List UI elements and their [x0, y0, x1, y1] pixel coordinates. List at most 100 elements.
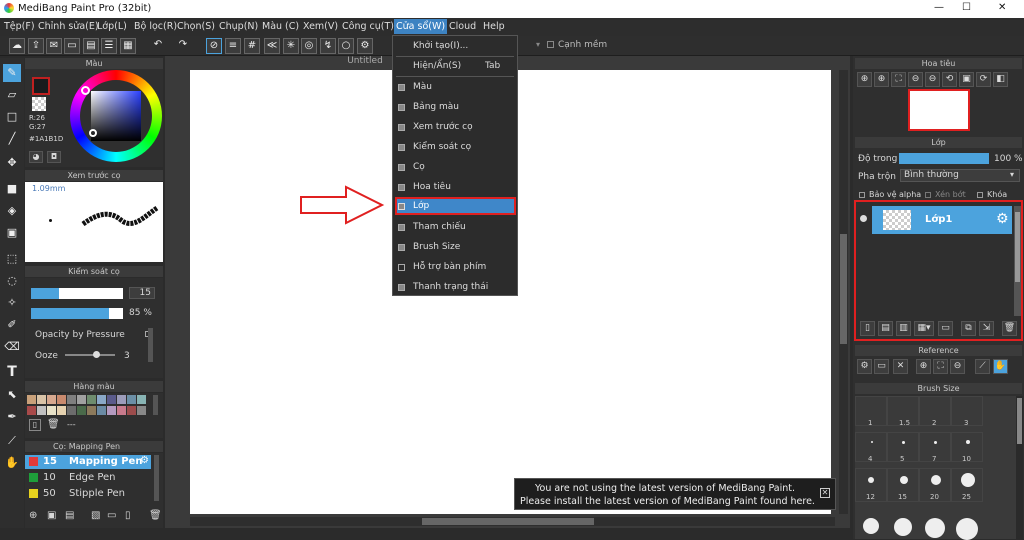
select-eraser-icon[interactable]: ⌫	[3, 338, 21, 356]
actual-size-icon[interactable]: ▣	[959, 72, 974, 87]
swatch-color[interactable]	[107, 395, 116, 404]
gradient-tool-icon[interactable]: ▣	[3, 224, 21, 242]
new-swatch-icon[interactable]: ▯	[29, 419, 41, 431]
color-wheel-icon[interactable]: ◕	[29, 151, 43, 163]
brush-settings-icon[interactable]: ⚙	[140, 455, 149, 466]
menu-item-brush[interactable]: Cọ	[413, 162, 425, 172]
brush-group-icon[interactable]: ▯	[125, 510, 131, 521]
reference-new-icon[interactable]: ⚙	[857, 359, 872, 374]
brush-size-cell[interactable]: 4	[855, 432, 887, 463]
swatch-color[interactable]	[87, 395, 96, 404]
swatch-set[interactable]: ---	[67, 420, 76, 429]
layer-visibility-toggle[interactable]	[857, 206, 871, 232]
move-tool-icon[interactable]: ✥	[3, 154, 21, 172]
menu-layer[interactable]: Lớp(L)	[97, 21, 127, 32]
layer-folder-icon[interactable]: ▭	[938, 321, 953, 336]
color-palette-icon[interactable]: ◘	[47, 151, 61, 163]
size-slider[interactable]	[31, 288, 123, 299]
reference-fit-icon[interactable]: ⛶	[933, 359, 948, 374]
blend-select[interactable]: Bình thường	[900, 169, 1020, 182]
brush-control-scrollbar[interactable]	[148, 328, 153, 362]
brush-item[interactable]: 50 Stipple Pen	[25, 487, 151, 501]
ellipse-snap-icon[interactable]: ○	[338, 38, 354, 54]
minimize-button[interactable]: —	[934, 2, 944, 13]
layer-settings-icon[interactable]: ⚙	[996, 211, 1009, 227]
swatch-color[interactable]	[117, 395, 126, 404]
new-layer-icon[interactable]: ▯	[860, 321, 875, 336]
bucket-tool-icon[interactable]: ◈	[3, 202, 21, 220]
snap-off-icon[interactable]: ⊘	[206, 38, 222, 54]
zoom-out-icon[interactable]: ⊖	[908, 72, 923, 87]
navigator-preview[interactable]	[908, 89, 970, 131]
brush-size-cell[interactable]: 25	[951, 468, 983, 502]
menu-filter[interactable]: Bộ lọc(R)	[134, 21, 177, 32]
close-icon[interactable]: ✕	[820, 488, 830, 498]
page-icon[interactable]: ▤	[83, 38, 99, 54]
merge-layer-icon[interactable]: ⇲	[979, 321, 994, 336]
brush-delete-icon[interactable]: 🗑	[149, 510, 162, 521]
new-8bit-layer-icon[interactable]: ▥	[896, 321, 911, 336]
nav-zoom-icon[interactable]: ⊖	[925, 72, 940, 87]
maximize-button[interactable]: ☐	[962, 2, 971, 13]
delete-layer-icon[interactable]: 🗑	[1002, 321, 1017, 336]
undo-icon[interactable]: ↶	[150, 38, 166, 54]
color-marker[interactable]	[89, 129, 97, 137]
curve-snap-icon[interactable]: ↯	[320, 38, 336, 54]
layer-row[interactable]: Lớp1 ⚙	[872, 206, 1012, 234]
brush-list-scrollbar[interactable]	[154, 455, 159, 501]
radial-snap-icon[interactable]: ✳	[283, 38, 299, 54]
brush-copy-icon[interactable]: ▤	[65, 510, 74, 521]
snap-settings-icon[interactable]: ⚙	[357, 38, 373, 54]
swatch-color[interactable]	[127, 405, 136, 415]
swatch-color[interactable]	[127, 395, 136, 404]
menu-file[interactable]: Tệp(F)	[4, 21, 35, 32]
fit-window-icon[interactable]: ⛶	[891, 72, 906, 87]
swatch-color[interactable]	[67, 405, 76, 415]
fill-rect-icon[interactable]: ■	[3, 180, 21, 198]
canvas-h-scrollbar[interactable]	[190, 517, 835, 526]
swatch-scrollbar[interactable]	[153, 395, 158, 415]
menu-item-brush-control[interactable]: Kiểm soát cọ	[413, 142, 471, 152]
chat-icon[interactable]: ▭	[64, 38, 80, 54]
brush-folder-icon[interactable]: ▣	[47, 510, 56, 521]
reference-eyedropper-icon[interactable]: ⟋	[975, 359, 990, 374]
delete-swatch-icon[interactable]: 🗑	[47, 419, 60, 430]
brush-size-cell[interactable]: 5	[887, 432, 919, 463]
grid-icon[interactable]: ▦	[120, 38, 136, 54]
transparent-swatch[interactable]	[32, 97, 46, 111]
reference-zoom-out-icon[interactable]: ⊖	[950, 359, 965, 374]
layer-opacity-slider[interactable]	[899, 153, 989, 164]
swatch-color[interactable]	[87, 405, 96, 415]
menu-edit[interactable]: Chỉnh sửa(E)	[38, 21, 99, 32]
opacity-slider[interactable]	[31, 308, 123, 319]
brush-item-selected[interactable]: 15 Mapping Pen ⚙	[25, 455, 151, 469]
add-brush-icon[interactable]: ⊕	[29, 510, 37, 521]
brush-size-cell[interactable]: 12	[855, 468, 887, 502]
line-tool-icon[interactable]: ╱	[3, 130, 21, 148]
parallel-snap-icon[interactable]: ≡	[225, 38, 241, 54]
antialias-checkbox[interactable]	[547, 41, 554, 48]
grid-snap-icon[interactable]: #	[244, 38, 260, 54]
brush-item[interactable]: 10 Edge Pen	[25, 471, 151, 485]
ooze-slider[interactable]	[65, 351, 115, 358]
rotate-right-icon[interactable]: ⟳	[976, 72, 991, 87]
menu-item-brush-size[interactable]: Brush Size	[413, 242, 460, 252]
menu-window[interactable]: Cửa sổ(W)	[394, 19, 448, 34]
swatch-color[interactable]	[57, 405, 66, 415]
eraser-tool-icon[interactable]: ▱	[3, 86, 21, 104]
canvas-v-scrollbar[interactable]	[839, 70, 848, 514]
circle-snap-icon[interactable]: ◎	[301, 38, 317, 54]
swatch-color[interactable]	[27, 405, 36, 415]
hand-tool-icon[interactable]: ✋	[3, 454, 21, 472]
brush-size-cell[interactable]: 7	[919, 432, 951, 463]
swatch-color[interactable]	[77, 405, 86, 415]
duplicate-layer-icon[interactable]: ⧉	[961, 321, 976, 336]
brush-size-cell[interactable]: 3	[951, 396, 983, 427]
reference-zoom-in-icon[interactable]: ⊕	[916, 359, 931, 374]
upload-icon[interactable]: ⇪	[28, 38, 44, 54]
swatch-color[interactable]	[97, 395, 106, 404]
brush-tool-icon[interactable]: ✎	[3, 64, 21, 82]
swatch-color[interactable]	[77, 395, 86, 404]
menu-tools[interactable]: Công cụ(T)	[342, 21, 394, 32]
swatch-color[interactable]	[117, 405, 126, 415]
